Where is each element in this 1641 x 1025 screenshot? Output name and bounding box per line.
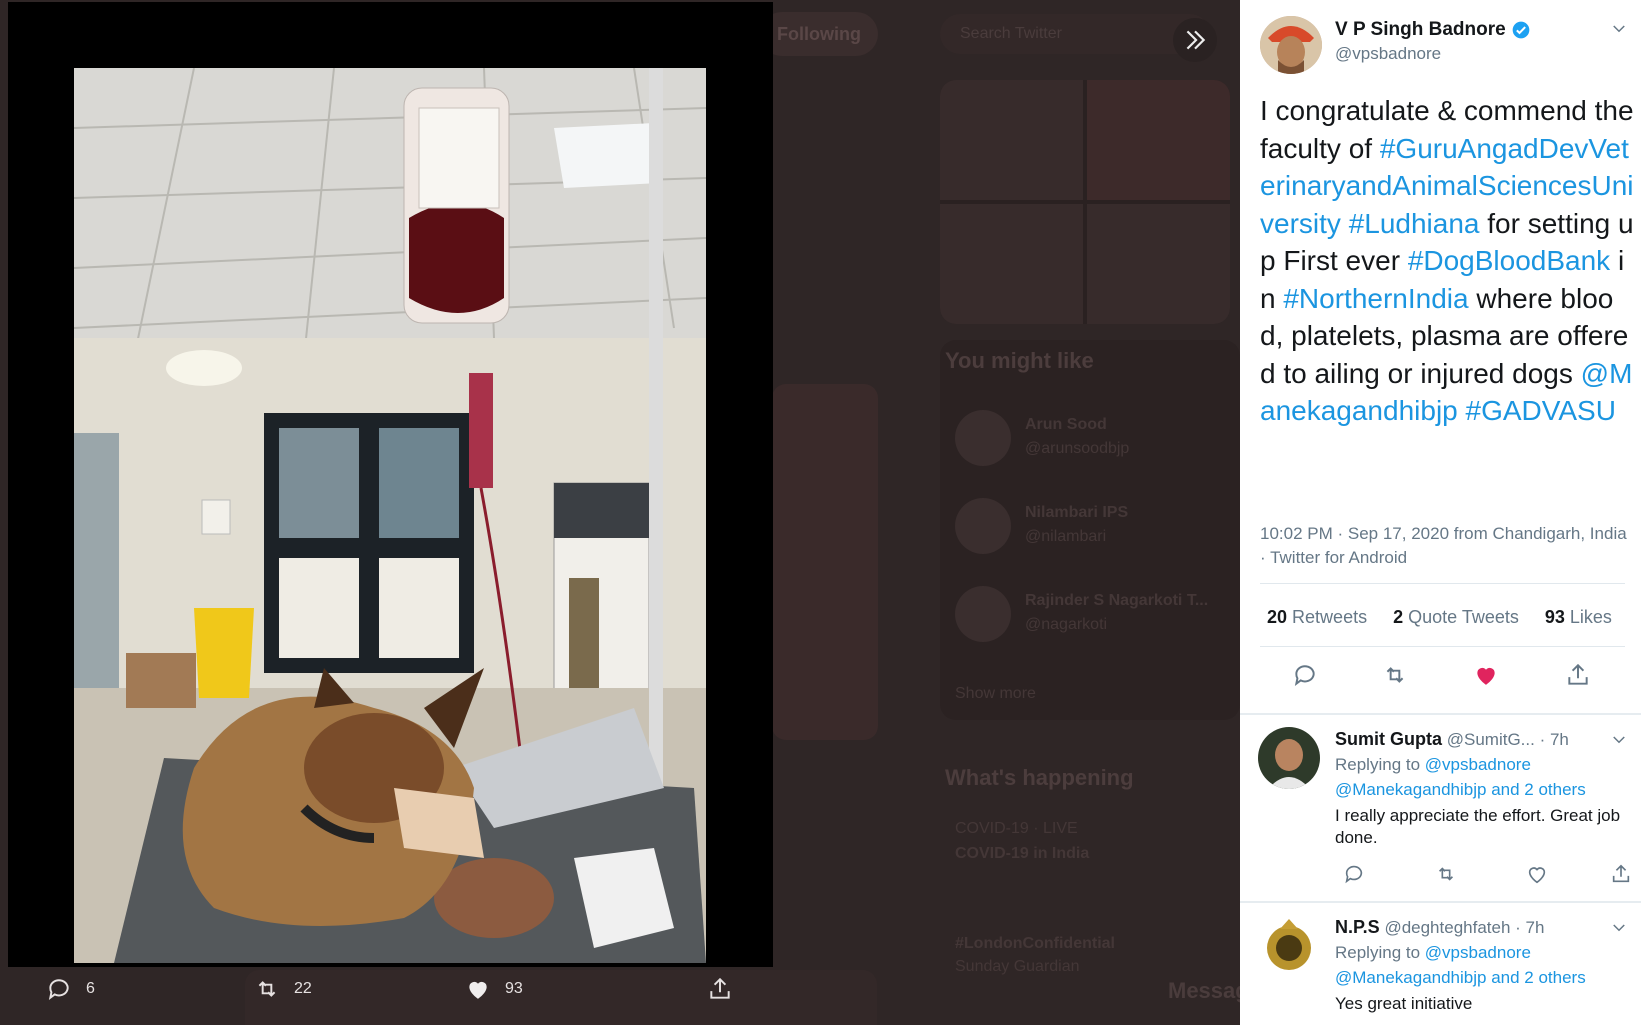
trend-sub: Sunday Guardian [955, 958, 1080, 975]
tweet-photo[interactable] [74, 68, 706, 963]
heart-icon[interactable] [1526, 863, 1548, 885]
hashtag-link[interactable]: #NorthernIndia [1283, 283, 1468, 314]
reply-avatar-image [1258, 727, 1320, 789]
search-input-dimmed: Search Twitter [940, 14, 1210, 54]
mention-line: @Manekagandhibjp and 2 others [1335, 968, 1586, 988]
follow-button-dimmed: Following [760, 12, 878, 56]
hashtag-link[interactable]: #GADVASU [1466, 395, 1616, 426]
retweets-label: Retweets [1292, 607, 1368, 627]
reply-avatar[interactable] [1258, 915, 1320, 977]
media-grid-dimmed [940, 80, 1230, 324]
collapse-panel-button[interactable] [1173, 18, 1217, 62]
show-more-link-dimmed: Show more [955, 685, 1036, 702]
heart-filled-icon[interactable] [1473, 662, 1499, 688]
chevron-down-icon[interactable] [1610, 731, 1628, 749]
trend-tag: #LondonConfidential [955, 935, 1115, 952]
trend-title: COVID-19 in India [955, 845, 1090, 862]
mention-link[interactable]: @Manekagandhibjp and 2 others [1335, 968, 1586, 987]
trend-context: COVID-19 · LIVE [955, 820, 1078, 837]
quotes-count: 2 [1393, 607, 1404, 627]
tweet-stats: 20 Retweets 2 Quote Tweets 93 Likes [1267, 607, 1612, 628]
likes-count: 93 [1544, 607, 1565, 627]
lightbox-like-button[interactable]: 93 [465, 976, 523, 1002]
replying-to-label: Replying to [1335, 943, 1421, 962]
suggestion-avatar [955, 586, 1011, 642]
retweet-icon[interactable] [1435, 863, 1457, 885]
lightbox-share-button[interactable] [707, 976, 747, 1002]
suggestion-avatar [955, 410, 1011, 466]
reply-icon[interactable] [1343, 863, 1365, 885]
reply-icon[interactable] [1292, 662, 1318, 688]
retweet-icon[interactable] [1382, 662, 1408, 688]
hashtag-link[interactable]: #Ludhiana [1349, 208, 1480, 239]
replying-to-line: Replying to @vpsbadnore [1335, 755, 1531, 775]
author-name: V P Singh Badnore [1335, 19, 1506, 40]
reply-author-handle[interactable]: @SumitG... [1447, 730, 1535, 749]
retweets-count: 20 [1267, 607, 1288, 627]
author-name-row[interactable]: V P Singh Badnore [1335, 19, 1531, 41]
lightbox-reply-button[interactable]: 6 [46, 976, 95, 1002]
reply-time[interactable]: · 7h [1540, 730, 1569, 749]
replying-to-line: Replying to @vpsbadnore [1335, 943, 1531, 963]
suggestion-handle: @nilambari [1025, 528, 1107, 545]
reply-author-handle[interactable]: @deghteghfateh [1384, 918, 1510, 937]
share-icon [710, 977, 730, 999]
tweet-detail-panel: V P Singh Badnore @vpsbadnore I congratu… [1240, 0, 1641, 1025]
heart-icon [469, 981, 487, 999]
photo-lightbox [8, 2, 773, 967]
likes-stat[interactable]: 93 Likes [1545, 607, 1612, 628]
suggestion-avatar [955, 498, 1011, 554]
lightbox-like-count: 93 [505, 980, 523, 997]
emblem-avatar-image [1258, 915, 1320, 977]
reply-tweet[interactable]: Sumit Gupta @SumitG... · 7h Replying to … [1240, 715, 1641, 901]
tweet-timestamp[interactable]: 10:02 PM · Sep 17, 2020 from Chandigarh,… [1260, 522, 1630, 570]
retweet-icon [258, 981, 276, 997]
reply-text: Yes great initiative [1335, 994, 1473, 1013]
quote-tweets-stat[interactable]: 2 Quote Tweets [1393, 607, 1519, 628]
lightbox-reply-count: 6 [86, 980, 95, 997]
lightbox-action-bar: 6 22 93 [0, 976, 780, 1021]
suggestion-name: Nilambari IPS [1025, 504, 1129, 521]
mention-line: @Manekagandhibjp and 2 others [1335, 780, 1586, 800]
mention-link[interactable]: @vpsbadnore [1425, 755, 1531, 774]
mention-link[interactable]: @Manekagandhibjp and 2 others [1335, 780, 1586, 799]
reply-tweet[interactable]: N.P.S @deghteghfateh · 7h Replying to @v… [1240, 903, 1641, 1025]
chevron-down-icon[interactable] [1610, 919, 1628, 937]
lightbox-retweet-button[interactable]: 22 [254, 976, 312, 1002]
whats-happening-heading: What's happening [945, 765, 1134, 790]
reply-text: I really appreciate the effort. Great jo… [1335, 806, 1621, 847]
likes-label: Likes [1569, 607, 1612, 627]
divider [1260, 646, 1625, 647]
reply-header: Sumit Gupta @SumitG... · 7h [1335, 729, 1569, 750]
author-avatar-image [1260, 16, 1322, 74]
share-icon[interactable] [1610, 863, 1632, 885]
reply-author-name[interactable]: N.P.S [1335, 917, 1380, 937]
author-avatar[interactable] [1260, 16, 1322, 74]
mention-link[interactable]: @vpsbadnore [1425, 943, 1531, 962]
reply-time[interactable]: · 7h [1515, 918, 1544, 937]
replying-to-label: Replying to [1335, 755, 1421, 774]
suggestion-handle: @arunsoodbjp [1025, 440, 1130, 457]
timeline-media-dimmed [772, 384, 878, 740]
lightbox-retweet-count: 22 [294, 980, 312, 997]
quotes-label: Quote Tweets [1408, 607, 1519, 627]
chevron-down-icon[interactable] [1610, 20, 1628, 38]
verified-badge-icon [1512, 21, 1530, 39]
reply-icon [48, 979, 69, 1000]
reply-header: N.P.S @deghteghfateh · 7h [1335, 917, 1544, 938]
you-might-like-heading: You might like [945, 348, 1094, 373]
share-icon[interactable] [1565, 662, 1591, 688]
reply-avatar[interactable] [1258, 727, 1320, 789]
divider [1260, 583, 1625, 584]
suggestion-name: Rajinder S Nagarkoti T... [1025, 592, 1209, 609]
hashtag-link[interactable]: #DogBloodBank [1408, 245, 1610, 276]
author-handle[interactable]: @vpsbadnore [1335, 44, 1441, 64]
reply-author-name[interactable]: Sumit Gupta [1335, 729, 1442, 749]
tweet-text: I congratulate & commend the faculty of … [1260, 92, 1635, 430]
retweets-stat[interactable]: 20 Retweets [1267, 607, 1367, 628]
suggestion-name: Arun Sood [1025, 416, 1107, 433]
double-chevron-right-icon [1186, 30, 1206, 50]
dog-blood-transfusion-photo [74, 68, 706, 963]
suggestion-handle: @nagarkoti [1025, 616, 1108, 633]
